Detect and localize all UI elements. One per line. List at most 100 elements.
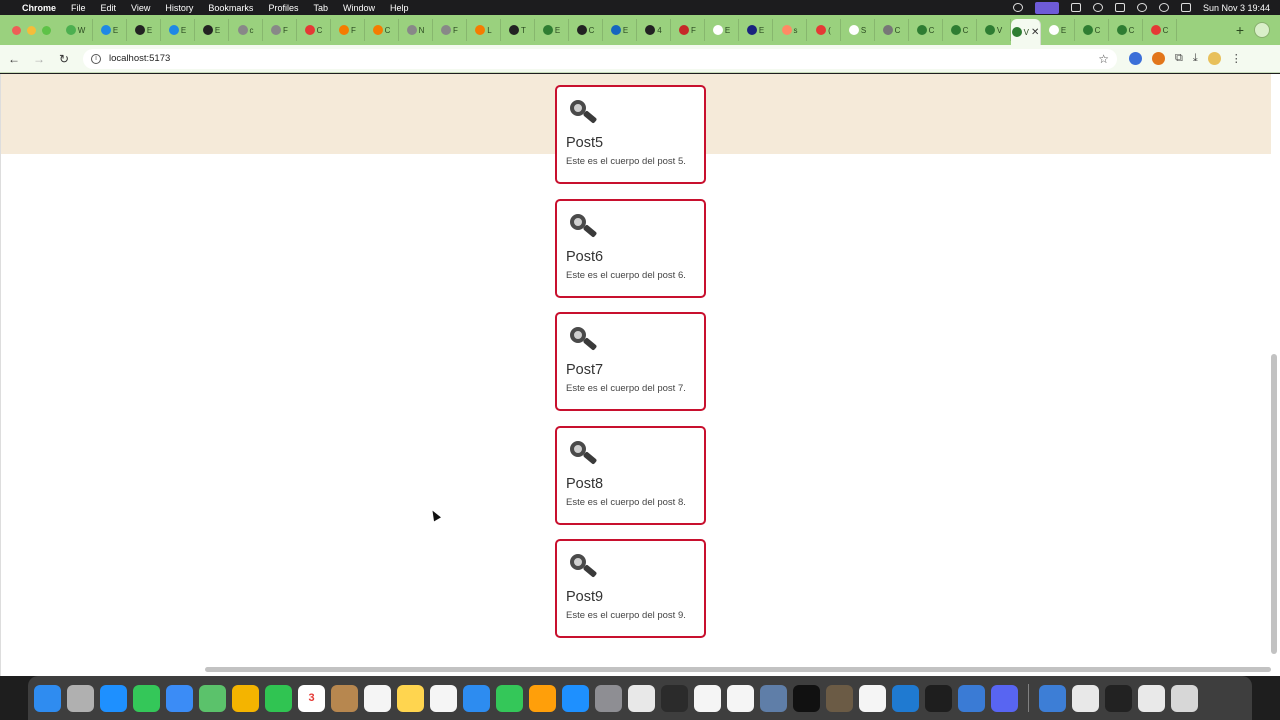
numbers-icon[interactable] — [496, 684, 523, 712]
tab[interactable]: T — [501, 19, 535, 41]
tab[interactable]: E — [93, 19, 127, 41]
app-store-icon[interactable] — [562, 684, 589, 712]
tab[interactable]: ( — [807, 19, 841, 41]
tab[interactable]: E — [195, 19, 229, 41]
metamask-fox-icon[interactable] — [1152, 52, 1165, 65]
menu-file[interactable]: File — [71, 3, 86, 13]
profile-avatar[interactable] — [1207, 52, 1221, 65]
chrome-icon[interactable] — [628, 684, 655, 712]
chrome-menu-icon[interactable]: ⋮ — [1231, 52, 1242, 65]
safari-icon[interactable] — [100, 684, 127, 712]
chatgpt-icon[interactable] — [859, 684, 886, 712]
tab[interactable]: s — [773, 19, 807, 41]
tab[interactable]: C — [569, 19, 603, 41]
close-tab-icon[interactable]: ✕ — [1031, 27, 1039, 38]
site-info-icon[interactable]: i — [91, 53, 101, 64]
photos-icon[interactable] — [232, 684, 259, 712]
contacts-icon[interactable] — [331, 684, 358, 712]
menu-window[interactable]: Window — [343, 3, 375, 13]
menu-profiles[interactable]: Profiles — [268, 3, 298, 13]
keynote-icon[interactable] — [463, 684, 490, 712]
tab[interactable]: F — [263, 19, 297, 41]
tab[interactable]: C — [297, 19, 331, 41]
intellij-icon[interactable] — [793, 684, 820, 712]
facetime-icon[interactable] — [265, 684, 292, 712]
minimize-window-button[interactable] — [27, 25, 36, 35]
tab[interactable]: C — [365, 19, 399, 41]
zoom-window-button[interactable] — [42, 25, 51, 35]
tab-active[interactable]: V ✕ — [1011, 19, 1041, 45]
mail-icon[interactable] — [166, 684, 193, 712]
google-drive-icon[interactable] — [694, 684, 721, 712]
tab[interactable]: E — [739, 19, 773, 41]
extensions-puzzle-icon[interactable]: ⧉ — [1175, 52, 1183, 65]
notes-icon[interactable] — [397, 684, 424, 712]
chrome-icon[interactable] — [1072, 684, 1099, 712]
xcode-icon[interactable] — [958, 684, 985, 712]
documents-icon[interactable] — [1138, 684, 1165, 712]
tab[interactable]: C — [943, 19, 977, 41]
gimp-icon[interactable] — [826, 684, 853, 712]
xcode-instruments-icon[interactable] — [727, 684, 754, 712]
menu-bookmarks[interactable]: Bookmarks — [208, 3, 253, 13]
freeform-icon[interactable] — [430, 684, 457, 712]
tab[interactable]: E — [535, 19, 569, 41]
tab[interactable]: E — [1041, 19, 1075, 41]
tab[interactable]: E — [705, 19, 739, 41]
accessibility-icon[interactable] — [1070, 3, 1081, 12]
tab[interactable]: C — [1143, 19, 1177, 41]
tab[interactable]: F — [331, 19, 365, 41]
tab[interactable]: N — [399, 19, 433, 41]
tab[interactable]: 4 — [637, 19, 671, 41]
status-sync-icon[interactable] — [1012, 3, 1023, 12]
reload-button[interactable]: ↻ — [53, 52, 75, 66]
vertical-scrollbar[interactable] — [1271, 354, 1277, 654]
finder-icon[interactable] — [34, 684, 61, 712]
docker-icon[interactable] — [760, 684, 787, 712]
battery-icon[interactable] — [1114, 3, 1125, 12]
menu-edit[interactable]: Edit — [101, 3, 117, 13]
spotlight-search-icon[interactable] — [1158, 3, 1169, 12]
reminders-icon[interactable] — [364, 684, 391, 712]
control-center-icon[interactable] — [1180, 3, 1191, 12]
bookmark-star-icon[interactable]: ☆ — [1098, 52, 1109, 66]
menu-history[interactable]: History — [165, 3, 193, 13]
menu-help[interactable]: Help — [390, 3, 409, 13]
address-bar[interactable]: i localhost:5173 ☆ — [83, 48, 1117, 69]
tab[interactable]: C — [875, 19, 909, 41]
tab[interactable]: E — [161, 19, 195, 41]
tab[interactable]: E — [127, 19, 161, 41]
tab[interactable]: C — [909, 19, 943, 41]
menu-app-name[interactable]: Chrome — [22, 3, 56, 13]
chatgpt-status-icon[interactable] — [1092, 3, 1103, 12]
messages-icon[interactable] — [133, 684, 160, 712]
obs-icon[interactable] — [661, 684, 688, 712]
launchpad-icon[interactable] — [67, 684, 94, 712]
extension-blue-icon[interactable] — [1129, 52, 1142, 65]
download-icon[interactable]: ⤓ — [1193, 52, 1198, 65]
tab[interactable]: c — [229, 19, 263, 41]
discord-icon[interactable] — [991, 684, 1018, 712]
menu-tab[interactable]: Tab — [313, 3, 328, 13]
trash-icon[interactable] — [1171, 684, 1198, 712]
menubar-clock[interactable]: Sun Nov 3 19:44 — [1203, 3, 1270, 13]
tab[interactable]: F — [433, 19, 467, 41]
terminal-icon[interactable] — [925, 684, 952, 712]
tab[interactable]: L — [467, 19, 501, 41]
tab[interactable]: V — [977, 19, 1011, 41]
maps-icon[interactable] — [199, 684, 226, 712]
vscode-icon[interactable] — [892, 684, 919, 712]
pages-icon[interactable] — [529, 684, 556, 712]
wifi-off-icon[interactable] — [1136, 3, 1147, 12]
tab[interactable]: S — [841, 19, 875, 41]
menu-view[interactable]: View — [131, 3, 150, 13]
forward-button[interactable]: → — [28, 52, 50, 66]
url-text[interactable]: localhost:5173 — [109, 53, 170, 64]
tab[interactable]: C — [1075, 19, 1109, 41]
preview-icon[interactable] — [1039, 684, 1066, 712]
calendar-icon[interactable]: 3 — [298, 684, 325, 712]
tab-search-chevron-icon[interactable] — [1254, 22, 1270, 38]
close-window-button[interactable] — [12, 25, 21, 35]
horizontal-scrollbar[interactable] — [205, 667, 1271, 672]
tab[interactable]: F — [671, 19, 705, 41]
